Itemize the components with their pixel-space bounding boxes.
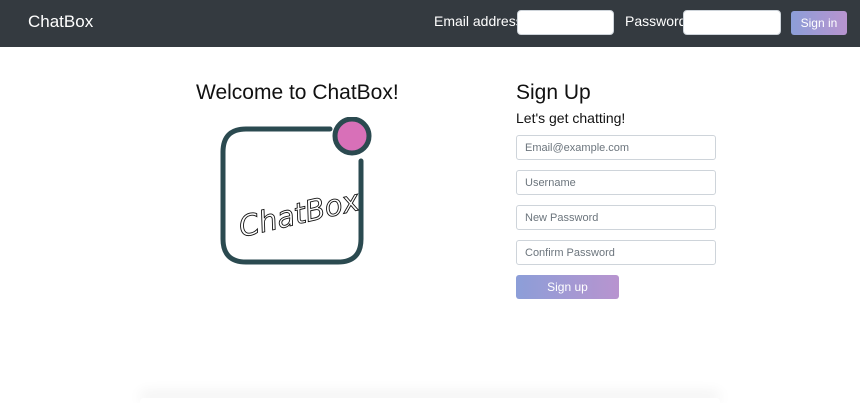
signup-title: Sign Up — [516, 81, 591, 104]
navbar: ChatBox Email address Password Sign in — [0, 0, 860, 47]
signup-email-input[interactable] — [516, 135, 716, 160]
signup-confirm-password-input[interactable] — [516, 240, 716, 265]
email-label: Email address — [434, 13, 523, 29]
logo-text: ChatBox — [235, 183, 363, 244]
logo-notification-dot — [332, 117, 372, 156]
signin-button[interactable]: Sign in — [791, 11, 847, 35]
navbar-email-input[interactable] — [517, 10, 614, 35]
password-label: Password — [625, 13, 687, 29]
signup-username-input[interactable] — [516, 170, 716, 195]
signup-new-password-input[interactable] — [516, 205, 716, 230]
chatbox-logo: ChatBox — [220, 117, 372, 265]
signup-subtitle: Let's get chatting! — [516, 110, 626, 126]
brand-link[interactable]: ChatBox — [28, 12, 93, 32]
welcome-title: Welcome to ChatBox! — [196, 81, 399, 104]
navbar-password-input[interactable] — [683, 10, 781, 35]
bottom-panel-edge — [140, 398, 720, 403]
signup-button[interactable]: Sign up — [516, 275, 619, 299]
